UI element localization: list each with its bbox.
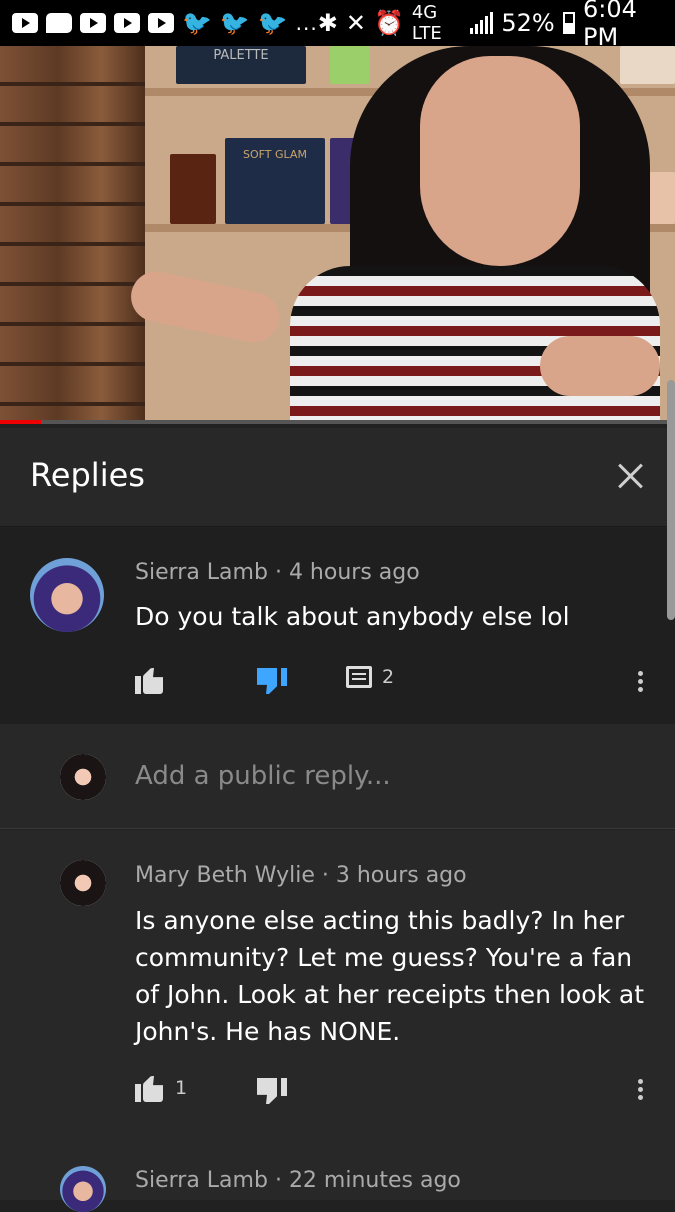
- twitter-icon: 🐦: [219, 9, 250, 37]
- reply-count-button[interactable]: 2: [346, 666, 394, 688]
- replies-title: Replies: [30, 456, 145, 494]
- avatar: [60, 754, 106, 800]
- system-icons: ✱ ✕ ⏰ 4G LTE 52% 6:04 PM: [318, 0, 663, 51]
- signal-icon: [470, 12, 494, 34]
- youtube-notification-icon: [114, 13, 140, 33]
- notification-icons: 🐦 🐦 🐦 ...: [12, 11, 318, 35]
- palette-box: PALETTE: [176, 46, 306, 84]
- reply-input[interactable]: Add a public reply...: [135, 761, 391, 791]
- more-notifications-icon: ...: [295, 11, 318, 35]
- thumbs-up-icon: [135, 666, 165, 694]
- thumbs-down-icon: [257, 668, 287, 696]
- replies-header: Replies: [0, 428, 675, 527]
- comment-meta: Mary Beth Wylie · 3 hours ago: [135, 863, 467, 888]
- twitter-icon: 🐦: [257, 9, 288, 37]
- comment-author[interactable]: Sierra Lamb: [135, 560, 268, 585]
- comment-age: 4 hours ago: [288, 560, 420, 585]
- thumbs-up-icon: [135, 1074, 165, 1102]
- video-player[interactable]: PALETTE SOFT GLAM: [0, 46, 675, 424]
- youtube-notification-icon: [80, 13, 106, 33]
- comment-author[interactable]: Mary Beth Wylie: [135, 863, 315, 888]
- thumbs-down-icon: [257, 1078, 287, 1106]
- brick-wall: [0, 46, 145, 424]
- meta-separator: ·: [274, 1168, 289, 1193]
- avatar[interactable]: [30, 558, 104, 632]
- parent-comment: Sierra Lamb · 4 hours ago Do you talk ab…: [0, 528, 675, 724]
- youtube-notification-icon: [148, 13, 174, 33]
- video-progress-bar[interactable]: [0, 420, 675, 424]
- battery-percent: 52%: [501, 9, 555, 37]
- like-button[interactable]: 1: [135, 1074, 187, 1102]
- reply-input-row[interactable]: Add a public reply...: [0, 724, 675, 829]
- more-options-icon[interactable]: [638, 668, 644, 695]
- close-icon[interactable]: [605, 450, 655, 500]
- clock: 6:04 PM: [583, 0, 637, 51]
- comment-author[interactable]: Sierra Lamb: [135, 1168, 268, 1193]
- comment-meta: Sierra Lamb · 4 hours ago: [135, 560, 420, 585]
- comment-icon: [346, 666, 372, 688]
- comment-text: Is anyone else acting this badly? In her…: [135, 906, 645, 1046]
- comment-age: 22 minutes ago: [288, 1168, 461, 1193]
- replies-list: Mary Beth Wylie · 3 hours ago Is anyone …: [0, 830, 675, 1212]
- alarm-icon: ⏰: [373, 9, 404, 37]
- candle-jar: [170, 154, 216, 224]
- comment-text: Do you talk about anybody else lol: [135, 602, 570, 631]
- dislike-button[interactable]: [257, 668, 287, 696]
- comment-meta: Sierra Lamb · 22 minutes ago: [135, 1168, 461, 1193]
- more-options-icon[interactable]: [638, 1076, 644, 1103]
- meta-separator: ·: [274, 560, 289, 585]
- comment-age: 3 hours ago: [335, 863, 467, 888]
- battery-icon: [562, 12, 575, 34]
- twitter-icon: 🐦: [182, 9, 212, 37]
- network-type: 4G LTE: [411, 2, 442, 44]
- shelf-item: [330, 46, 370, 84]
- like-button[interactable]: [135, 666, 165, 694]
- status-bar: 🐦 🐦 🐦 ... ✱ ✕ ⏰ 4G LTE 52% 6:04 PM: [0, 0, 675, 51]
- bluetooth-icon: ✱: [317, 9, 338, 37]
- avatar[interactable]: [60, 1166, 106, 1212]
- video-progress-fill: [0, 420, 41, 424]
- soft-glam-box: SOFT GLAM: [225, 138, 325, 224]
- shelf-item: [620, 46, 675, 84]
- person-hand: [540, 336, 660, 396]
- youtube-notification-icon: [12, 13, 38, 33]
- like-count: 1: [175, 1077, 188, 1099]
- mute-icon: ✕: [345, 9, 366, 37]
- person-face: [420, 56, 580, 266]
- dislike-button[interactable]: [257, 1078, 287, 1106]
- scrollbar[interactable]: [667, 380, 675, 620]
- reply-count: 2: [382, 666, 395, 688]
- avatar[interactable]: [60, 860, 106, 906]
- message-notification-icon: [46, 13, 72, 33]
- meta-separator: ·: [321, 863, 336, 888]
